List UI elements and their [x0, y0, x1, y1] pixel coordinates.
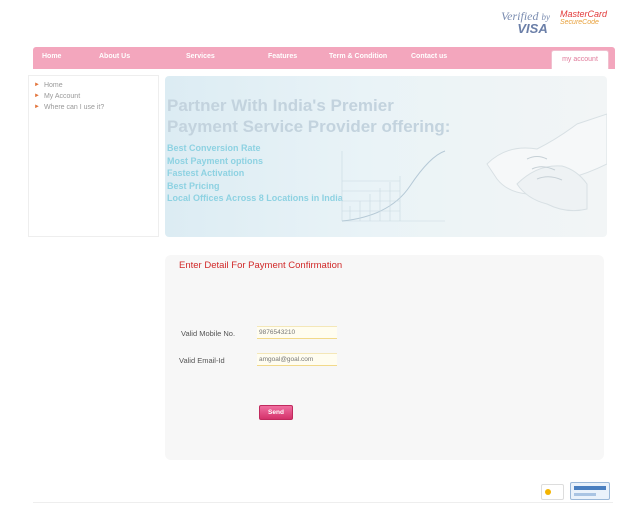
sidebar-item-label: My Account [43, 93, 81, 100]
growth-graph-illustration [341, 150, 446, 222]
footer-divider [33, 502, 613, 503]
nav-home[interactable]: Home [42, 53, 61, 60]
payment-confirmation-form: Enter Detail For Payment Confirmation Va… [165, 255, 604, 460]
mastercard-securecode-logo: MasterCard SecureCode [559, 9, 607, 27]
banner-bullets: Best Conversion Rate Most Payment option… [167, 142, 343, 205]
seal-icon [545, 489, 551, 495]
banner-bullet: Fastest Activation [167, 168, 245, 178]
payment-logos: Verified by VISA MasterCard SecureCode [501, 9, 607, 36]
mobile-label: Valid Mobile No. [181, 329, 236, 338]
nav-services[interactable]: Services [186, 53, 215, 60]
badge-bar-icon [574, 493, 596, 496]
banner-bullet: Most Payment options [167, 155, 264, 166]
sidebar-item-home[interactable]: ► Home [34, 80, 158, 91]
nav-contact-us[interactable]: Contact us [411, 53, 447, 60]
nav-features[interactable]: Features [268, 53, 297, 60]
arrow-right-icon: ► [34, 104, 40, 110]
banner-bullet: Best Conversion Rate [167, 143, 261, 153]
email-label: Valid Email-Id [179, 356, 225, 365]
banner-heading: Partner With India's Premier Payment Ser… [167, 96, 451, 136]
arrow-right-icon: ► [34, 82, 40, 88]
nav-term-condition[interactable]: Term & Condition [329, 53, 387, 60]
arrow-right-icon: ► [34, 93, 40, 99]
banner-bullet: Local Offices Across 8 Locations in Indi… [167, 193, 343, 203]
send-button[interactable]: Send [259, 405, 293, 420]
nav-about-us[interactable]: About Us [99, 53, 130, 60]
sidebar: ► Home ► My Account ► Where can I use it? [28, 75, 159, 237]
sidebar-item-label: Home [43, 82, 63, 89]
mobile-field[interactable] [257, 326, 337, 339]
main-nav: Home About Us Services Features Term & C… [33, 47, 615, 69]
sidebar-item-label: Where can I use it? [43, 104, 105, 111]
promo-banner: Partner With India's Premier Payment Ser… [165, 76, 607, 237]
tab-my-account[interactable]: my account [551, 50, 609, 69]
sidebar-item-where-can-i-use[interactable]: ► Where can I use it? [34, 102, 158, 113]
badge-bar-icon [574, 486, 606, 490]
sidebar-item-my-account[interactable]: ► My Account [34, 91, 158, 102]
security-seal-badge [541, 484, 564, 500]
banner-bullet: Best Pricing [167, 180, 220, 191]
handshake-illustration [486, 113, 607, 212]
secure-payment-badge [570, 482, 610, 500]
form-title: Enter Detail For Payment Confirmation [179, 260, 343, 271]
email-field[interactable] [257, 353, 337, 366]
verified-by-visa-logo: Verified by VISA [501, 9, 550, 36]
